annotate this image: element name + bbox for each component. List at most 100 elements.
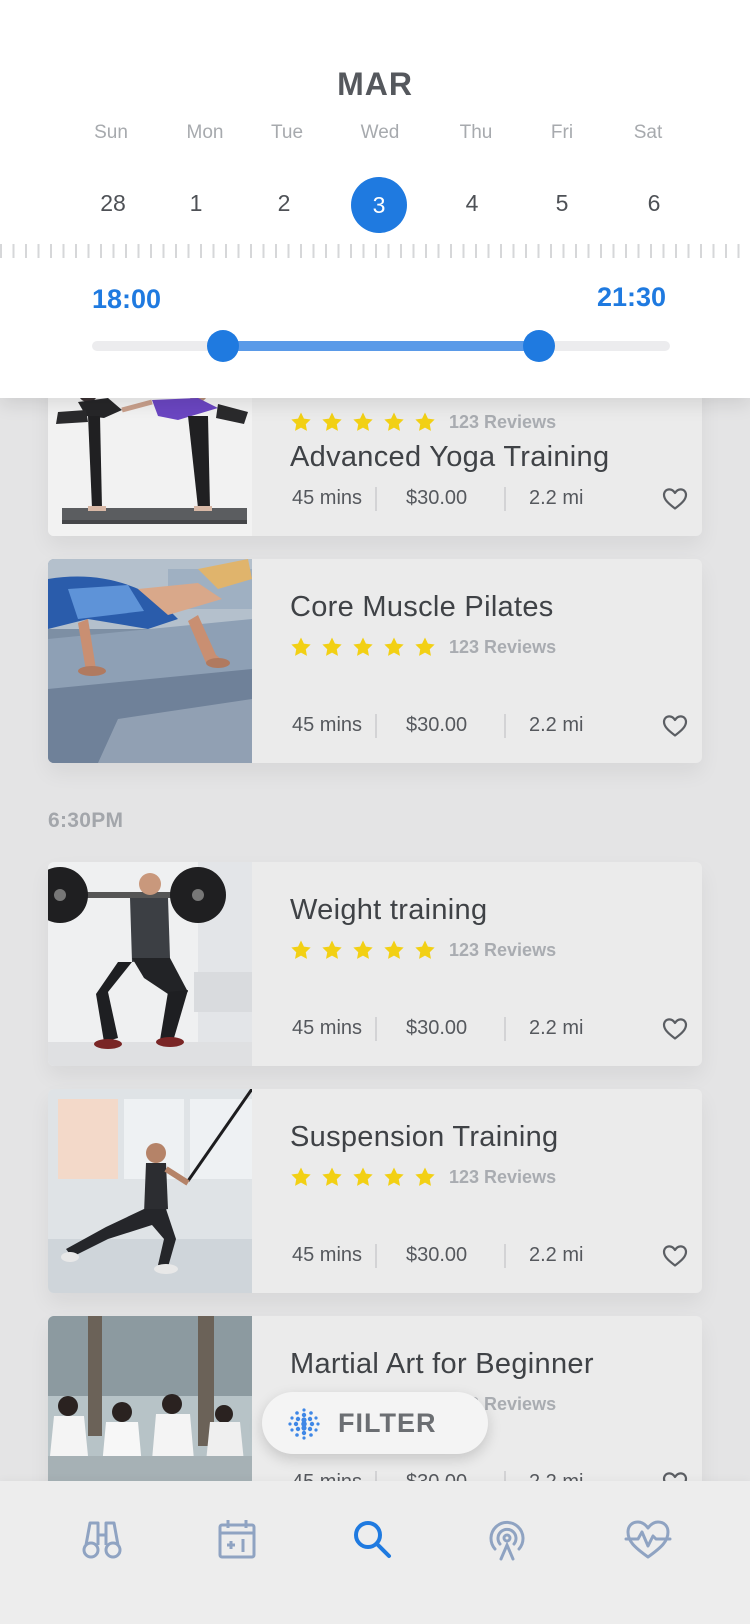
class-duration: 45 mins bbox=[292, 487, 363, 509]
rating-stars: 123 Reviews bbox=[290, 938, 556, 962]
favorite-heart-icon[interactable] bbox=[662, 1017, 688, 1041]
class-meta: 45 mins $30.00 2.2 mi bbox=[290, 1017, 682, 1043]
class-duration: 45 mins bbox=[292, 714, 363, 736]
star-icon bbox=[414, 636, 436, 658]
star-icon bbox=[290, 411, 312, 433]
nav-discover[interactable] bbox=[78, 1515, 126, 1563]
time-range-slider-fill bbox=[222, 341, 539, 351]
date-4[interactable]: 4 bbox=[466, 190, 479, 217]
dot-grid-icon bbox=[288, 1408, 320, 1440]
class-card[interactable]: Weight training 123 Reviews 45 mins $30.… bbox=[48, 862, 702, 1066]
date-selected[interactable]: 3 bbox=[351, 177, 407, 233]
star-icon bbox=[352, 939, 374, 961]
heart-pulse-icon bbox=[624, 1520, 672, 1559]
favorite-heart-icon[interactable] bbox=[662, 487, 688, 511]
class-title: Core Muscle Pilates bbox=[290, 591, 554, 623]
review-count: 123 Reviews bbox=[449, 411, 557, 432]
filter-button[interactable]: FILTER bbox=[262, 1392, 488, 1454]
star-icon bbox=[321, 1166, 343, 1188]
class-distance: 2.2 mi bbox=[529, 1244, 584, 1266]
rating-stars: 123 Reviews bbox=[290, 1165, 556, 1189]
time-ruler-ticks bbox=[0, 244, 750, 258]
star-icon bbox=[290, 939, 312, 961]
divider bbox=[504, 487, 506, 511]
weekday-label: Fri bbox=[550, 122, 574, 143]
class-image-weight bbox=[48, 862, 252, 1066]
class-meta: 45 mins $30.00 2.2 mi bbox=[290, 714, 682, 740]
weekday-label: Sat bbox=[633, 122, 663, 143]
weekday-label: Tue bbox=[270, 122, 304, 143]
star-icon bbox=[290, 636, 312, 658]
class-price: $30.00 bbox=[406, 1017, 468, 1039]
divider bbox=[375, 1244, 377, 1268]
date-5[interactable]: 5 bbox=[556, 190, 569, 217]
weekday-label: Sun bbox=[94, 122, 128, 143]
class-duration: 45 mins bbox=[292, 1017, 363, 1039]
section-time-header: 6:30PM bbox=[48, 809, 124, 832]
weekday-label: Wed bbox=[360, 122, 400, 143]
start-time-handle[interactable] bbox=[207, 330, 239, 362]
nav-health[interactable] bbox=[624, 1515, 672, 1563]
star-icon bbox=[321, 411, 343, 433]
binoculars-icon bbox=[82, 1521, 122, 1559]
divider bbox=[504, 714, 506, 738]
class-card[interactable]: Core Muscle Pilates 123 Reviews 45 mins … bbox=[48, 559, 702, 763]
star-icon bbox=[383, 1166, 405, 1188]
date-6[interactable]: 6 bbox=[648, 190, 661, 217]
date-2[interactable]: 2 bbox=[278, 190, 291, 217]
class-price: $30.00 bbox=[406, 714, 468, 736]
star-icon bbox=[383, 411, 405, 433]
star-icon bbox=[352, 1166, 374, 1188]
favorite-heart-icon[interactable] bbox=[662, 1244, 688, 1268]
class-image-pilates bbox=[48, 559, 252, 763]
class-title: Suspension Training bbox=[290, 1121, 559, 1153]
class-card[interactable]: Suspension Training 123 Reviews 45 mins … bbox=[48, 1089, 702, 1293]
star-icon bbox=[352, 411, 374, 433]
star-icon bbox=[321, 636, 343, 658]
class-price: $30.00 bbox=[406, 1244, 468, 1266]
class-distance: 2.2 mi bbox=[529, 487, 584, 509]
star-icon bbox=[414, 939, 436, 961]
divider bbox=[504, 1244, 506, 1268]
filter-label: FILTER bbox=[338, 1408, 437, 1438]
star-icon bbox=[352, 636, 374, 658]
end-time-label: 21:30 bbox=[596, 282, 666, 312]
class-distance: 2.2 mi bbox=[529, 714, 584, 736]
divider bbox=[375, 714, 377, 738]
star-icon bbox=[383, 636, 405, 658]
divider bbox=[375, 487, 377, 511]
review-count: 123 Reviews bbox=[449, 636, 557, 657]
star-icon bbox=[414, 1166, 436, 1188]
divider bbox=[504, 1017, 506, 1041]
month-label: MAR bbox=[337, 66, 413, 102]
class-title: Martial Art for Beginner bbox=[290, 1348, 594, 1380]
star-icon bbox=[290, 1166, 312, 1188]
weekday-label: Thu bbox=[459, 122, 493, 143]
class-distance: 2.2 mi bbox=[529, 1017, 584, 1039]
date-28[interactable]: 28 bbox=[100, 190, 126, 217]
date-1[interactable]: 1 bbox=[190, 190, 203, 217]
class-title: Weight training bbox=[290, 894, 488, 926]
rating-stars: 123 Reviews bbox=[290, 410, 556, 434]
search-icon bbox=[354, 1521, 391, 1558]
class-title: Advanced Yoga Training bbox=[290, 441, 610, 473]
class-image-suspension bbox=[48, 1089, 252, 1293]
broadcast-icon bbox=[489, 1520, 525, 1561]
star-icon bbox=[321, 939, 343, 961]
bottom-navigation bbox=[0, 1481, 750, 1624]
favorite-heart-icon[interactable] bbox=[662, 714, 688, 738]
calendar-plus-icon bbox=[218, 1520, 256, 1559]
nav-schedule[interactable] bbox=[213, 1515, 261, 1563]
class-duration: 45 mins bbox=[292, 1244, 363, 1266]
rating-stars: 123 Reviews bbox=[290, 635, 556, 659]
start-time-label: 18:00 bbox=[92, 284, 162, 314]
review-count: 123 Reviews bbox=[449, 1166, 557, 1187]
star-icon bbox=[383, 939, 405, 961]
end-time-handle[interactable] bbox=[523, 330, 555, 362]
review-count: 123 Reviews bbox=[449, 939, 557, 960]
class-meta: 45 mins $30.00 2.2 mi bbox=[290, 1244, 682, 1270]
divider bbox=[375, 1017, 377, 1041]
nav-live[interactable] bbox=[483, 1515, 531, 1563]
star-icon bbox=[414, 411, 436, 433]
nav-search[interactable] bbox=[348, 1515, 396, 1563]
